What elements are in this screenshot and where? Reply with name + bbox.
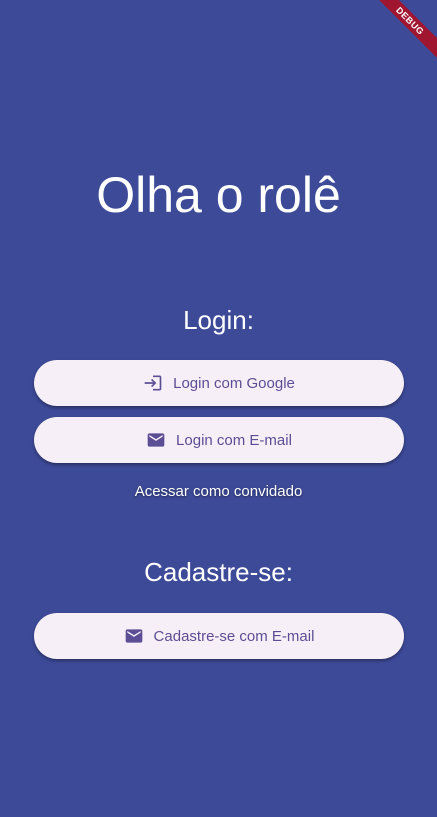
mail-icon bbox=[124, 626, 144, 646]
login-icon bbox=[143, 373, 163, 393]
signup-heading: Cadastre-se: bbox=[144, 557, 293, 587]
signup-email-button[interactable]: Cadastre-se com E-mail bbox=[34, 613, 404, 659]
login-email-button[interactable]: Login com E-mail bbox=[34, 417, 404, 463]
mail-icon bbox=[146, 430, 166, 450]
guest-access-link[interactable]: Acessar como convidado bbox=[0, 483, 437, 500]
app-title: Olha o rolê bbox=[96, 167, 341, 223]
login-google-button[interactable]: Login com Google bbox=[34, 360, 404, 406]
signup-email-label: Cadastre-se com E-mail bbox=[153, 627, 315, 645]
login-screen: DEBUG Olha o rolê Login: Login com Googl… bbox=[0, 0, 437, 817]
login-email-label: Login com E-mail bbox=[176, 431, 292, 449]
debug-banner-label: DEBUG bbox=[366, 0, 437, 65]
login-google-label: Login com Google bbox=[173, 374, 295, 392]
debug-banner: DEBUG bbox=[357, 0, 437, 80]
login-heading: Login: bbox=[183, 305, 254, 335]
